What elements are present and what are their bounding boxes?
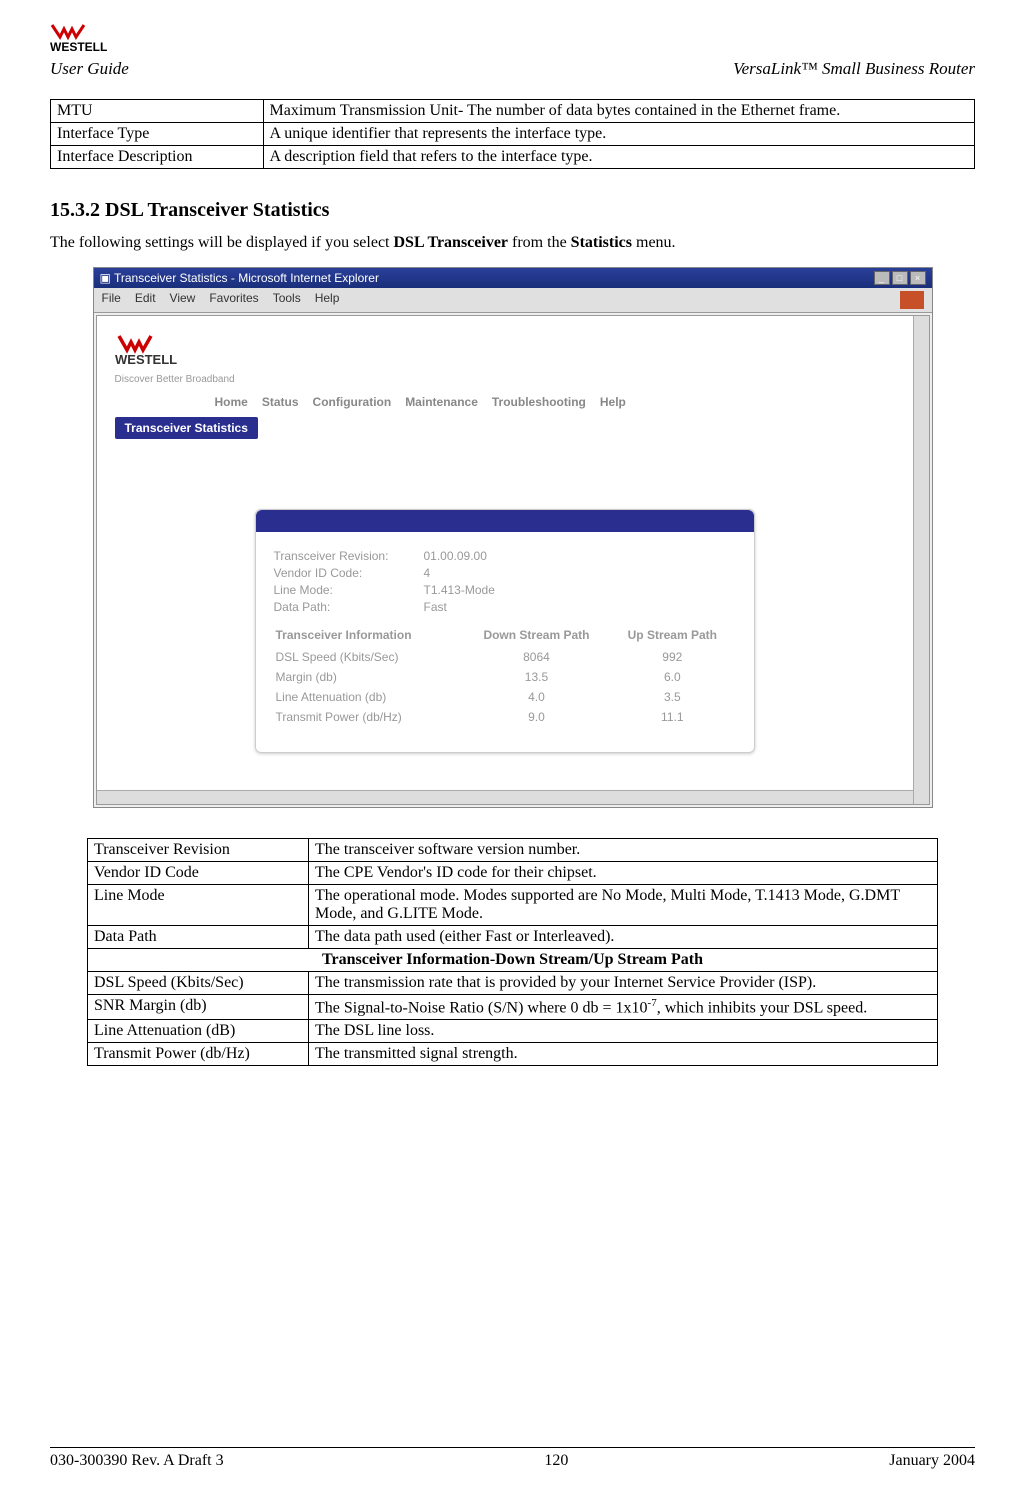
definitions-table-2: Transceiver RevisionThe transceiver soft… <box>87 838 938 1066</box>
ie-flag-icon <box>900 291 924 309</box>
page-header: WESTELL User Guide VersaLink™ Small Busi… <box>50 20 975 79</box>
section-heading: 15.3.2 DSL Transceiver Statistics <box>50 199 975 222</box>
stats-panel: Transceiver Revision: 01.00.09.00 Vendor… <box>255 509 755 753</box>
menu-edit[interactable]: Edit <box>135 291 156 309</box>
snr-desc: The Signal-to-Noise Ratio (S/N) where 0 … <box>309 995 938 1020</box>
menu-help[interactable]: Help <box>315 291 340 309</box>
maximize-icon[interactable]: □ <box>892 271 908 285</box>
footer-date: January 2004 <box>889 1452 975 1470</box>
table-row: Data PathThe data path used (either Fast… <box>88 926 938 949</box>
svg-text:WESTELL: WESTELL <box>115 352 177 367</box>
nav-status[interactable]: Status <box>262 395 299 409</box>
col-info: Transceiver Information <box>276 624 462 646</box>
router-logo-icon: WESTELL Discover Better Broadband <box>115 334 895 385</box>
subnav-tab-transceiver[interactable]: Transceiver Statistics <box>115 417 258 439</box>
table-row: Transceiver RevisionThe transceiver soft… <box>88 839 938 862</box>
footer-revision: 030-300390 Rev. A Draft 3 <box>50 1452 224 1470</box>
svg-text:WESTELL: WESTELL <box>50 40 107 53</box>
table-row: Interface DescriptionA description field… <box>51 146 975 169</box>
stats-table: Transceiver Information Down Stream Path… <box>274 622 736 728</box>
table-row: Vendor ID CodeThe CPE Vendor's ID code f… <box>88 862 938 885</box>
menu-tools[interactable]: Tools <box>273 291 301 309</box>
table-row: MTUMaximum Transmission Unit- The number… <box>51 100 975 123</box>
page-footer: 030-300390 Rev. A Draft 3 120 January 20… <box>50 1447 975 1470</box>
table-row: DSL Speed (Kbits/Sec)The transmission ra… <box>88 972 938 995</box>
stats-row: Line Attenuation (db) 4.0 3.5 <box>276 688 734 706</box>
browser-content: WESTELL Discover Better Broadband Home S… <box>96 315 930 805</box>
info-row: Data Path: Fast <box>274 600 736 614</box>
nav-configuration[interactable]: Configuration <box>313 395 392 409</box>
stats-row: Transmit Power (db/Hz) 9.0 11.1 <box>276 708 734 726</box>
embedded-screenshot: ▣ Transceiver Statistics - Microsoft Int… <box>93 267 933 808</box>
menu-view[interactable]: View <box>170 291 196 309</box>
footer-page-number: 120 <box>544 1452 568 1470</box>
menu-favorites[interactable]: Favorites <box>209 291 258 309</box>
nav-maintenance[interactable]: Maintenance <box>405 395 478 409</box>
mode-label: Line Mode: <box>274 583 424 597</box>
section-intro: The following settings will be displayed… <box>50 234 975 252</box>
info-row: Vendor ID Code: 4 <box>274 566 736 580</box>
nav-home[interactable]: Home <box>215 395 248 409</box>
table-row: Interface TypeA unique identifier that r… <box>51 123 975 146</box>
definitions-table-1: MTUMaximum Transmission Unit- The number… <box>50 99 975 169</box>
router-page: WESTELL Discover Better Broadband Home S… <box>97 316 913 771</box>
table-row: Line Attenuation (dB)The DSL line loss. <box>88 1020 938 1043</box>
menu-file[interactable]: File <box>102 291 121 309</box>
info-row: Line Mode: T1.413-Mode <box>274 583 736 597</box>
table-row: Line ModeThe operational mode. Modes sup… <box>88 885 938 926</box>
table-row: Transmit Power (db/Hz)The transmitted si… <box>88 1043 938 1066</box>
rev-label: Transceiver Revision: <box>274 549 424 563</box>
ie-icon: ▣ <box>100 271 111 285</box>
vendor-label: Vendor ID Code: <box>274 566 424 580</box>
table-row: SNR Margin (db) The Signal-to-Noise Rati… <box>88 995 938 1020</box>
path-label: Data Path: <box>274 600 424 614</box>
minimize-icon[interactable]: _ <box>874 271 890 285</box>
browser-menu-bar: File Edit View Favorites Tools Help <box>94 288 932 313</box>
stats-row: DSL Speed (Kbits/Sec) 8064 992 <box>276 648 734 666</box>
westell-logo-icon: WESTELL <box>50 20 130 55</box>
user-guide-label: User Guide <box>50 59 130 79</box>
path-value: Fast <box>424 600 447 614</box>
product-title: VersaLink™ Small Business Router <box>733 59 975 79</box>
close-icon[interactable]: × <box>910 271 926 285</box>
table-section-header: Transceiver Information-Down Stream/Up S… <box>88 949 938 972</box>
stats-header-row: Transceiver Information Down Stream Path… <box>276 624 734 646</box>
logo-area: WESTELL User Guide <box>50 20 130 79</box>
panel-body: Transceiver Revision: 01.00.09.00 Vendor… <box>256 532 754 752</box>
info-row: Transceiver Revision: 01.00.09.00 <box>274 549 736 563</box>
col-up: Up Stream Path <box>611 624 733 646</box>
window-title: ▣ Transceiver Statistics - Microsoft Int… <box>100 271 379 285</box>
nav-help[interactable]: Help <box>600 395 626 409</box>
horizontal-scrollbar[interactable] <box>97 790 913 804</box>
rev-value: 01.00.09.00 <box>424 549 487 563</box>
router-nav: Home Status Configuration Maintenance Tr… <box>115 391 895 417</box>
browser-titlebar: ▣ Transceiver Statistics - Microsoft Int… <box>94 268 932 288</box>
nav-troubleshooting[interactable]: Troubleshooting <box>492 395 586 409</box>
stats-row: Margin (db) 13.5 6.0 <box>276 668 734 686</box>
tagline: Discover Better Broadband <box>115 374 895 385</box>
vendor-value: 4 <box>424 566 431 580</box>
vertical-scrollbar[interactable] <box>913 316 929 804</box>
panel-header <box>256 510 754 532</box>
col-down: Down Stream Path <box>464 624 609 646</box>
window-controls: _ □ × <box>874 271 926 285</box>
mode-value: T1.413-Mode <box>424 583 495 597</box>
